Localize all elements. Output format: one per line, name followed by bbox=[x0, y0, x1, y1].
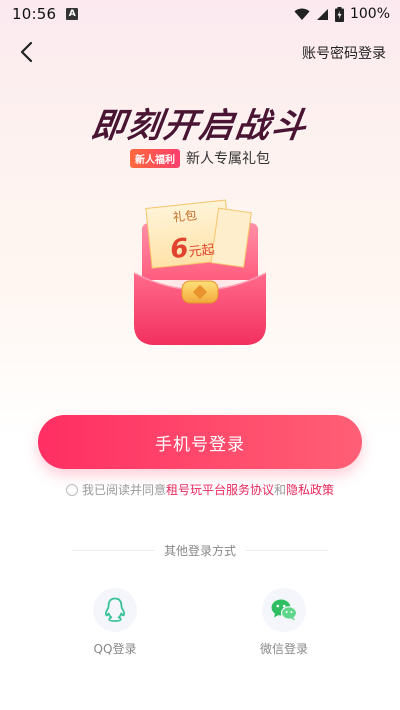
divider-line-left bbox=[72, 550, 154, 551]
status-bar: 10:56 A 100% bbox=[0, 0, 400, 28]
subtitle-text: 新人专属礼包 bbox=[186, 151, 270, 167]
battery-icon bbox=[334, 6, 344, 22]
signal-icon bbox=[316, 8, 328, 20]
account-password-login-link[interactable]: 账号密码登录 bbox=[302, 43, 386, 63]
top-nav: 账号密码登录 bbox=[0, 34, 400, 70]
wifi-icon bbox=[294, 8, 310, 20]
wechat-login-label: 微信登录 bbox=[259, 642, 308, 656]
wechat-icon bbox=[271, 599, 298, 621]
chevron-left-icon bbox=[20, 41, 33, 63]
privacy-policy-link[interactable]: 隐私政策 bbox=[286, 481, 334, 498]
status-right: 100% bbox=[294, 6, 390, 22]
other-login-divider: 其他登录方式 bbox=[72, 542, 329, 559]
divider-line-right bbox=[246, 550, 329, 551]
gift-label: 礼包 bbox=[172, 207, 197, 224]
status-time: 10:56 bbox=[12, 5, 57, 23]
other-login-title: 其他登录方式 bbox=[164, 544, 237, 558]
red-envelope-illustration: 礼包 6 元起 bbox=[120, 185, 280, 360]
red-envelope-icon: 礼包 6 元起 bbox=[128, 199, 272, 352]
qq-icon-circle bbox=[93, 588, 137, 632]
gift-unit: 元起 bbox=[188, 243, 215, 261]
service-agreement-link[interactable]: 租号玩平台服务协议 bbox=[166, 481, 274, 498]
qq-icon bbox=[104, 597, 126, 622]
back-button[interactable] bbox=[12, 38, 40, 66]
agreement-and: 和 bbox=[274, 483, 287, 497]
wechat-login-button[interactable]: 微信登录 bbox=[244, 588, 324, 657]
newbie-welfare-badge: 新人福利 bbox=[130, 148, 180, 168]
hero-title: 即刻开启战斗 bbox=[88, 106, 311, 146]
subtitle-row: 新人福利 新人专属礼包 bbox=[0, 148, 400, 168]
wechat-icon-circle bbox=[262, 588, 306, 632]
status-left: 10:56 A bbox=[12, 5, 79, 23]
agreement-prefix: 我已阅读并同意 bbox=[81, 483, 166, 497]
agreement-row: 我已阅读并同意 租号玩平台服务协议 和 隐私政策 bbox=[0, 481, 400, 498]
gift-amount: 6 bbox=[169, 233, 190, 265]
a-app-icon: A bbox=[66, 8, 79, 20]
qq-login-button[interactable]: QQ登录 bbox=[75, 588, 155, 657]
agreement-checkbox[interactable] bbox=[65, 483, 78, 496]
battery-percent: 100% bbox=[349, 6, 390, 22]
phone-login-button[interactable]: 手机号登录 bbox=[38, 415, 362, 469]
agreement-text: 我已阅读并同意 租号玩平台服务协议 和 隐私政策 bbox=[82, 481, 334, 498]
qq-login-label: QQ登录 bbox=[93, 642, 137, 656]
